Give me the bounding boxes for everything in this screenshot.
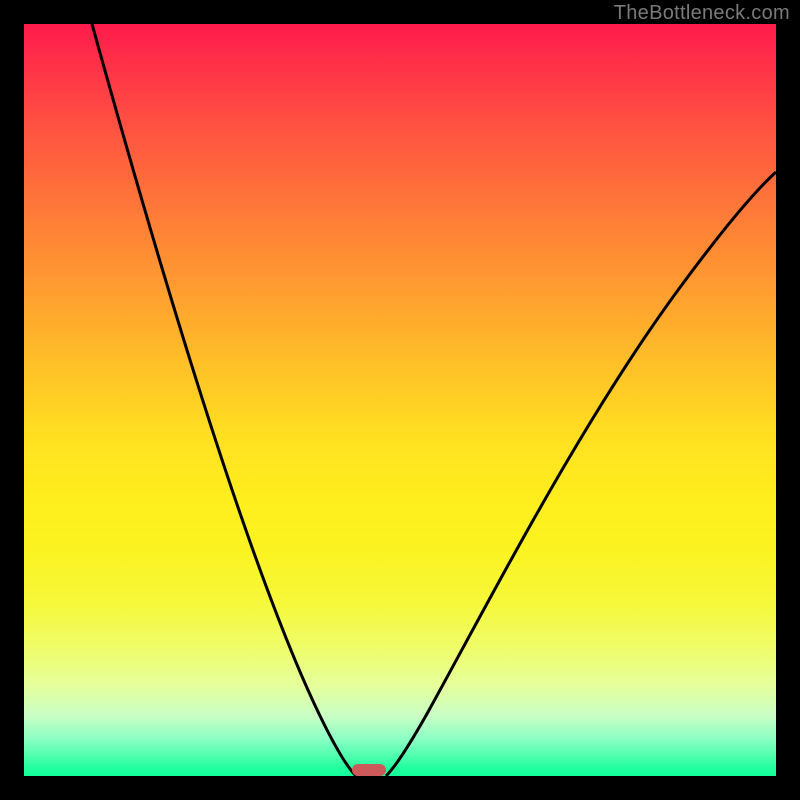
curve-right-branch [386,172,776,776]
curve-left-branch [92,24,356,776]
chart-frame: TheBottleneck.com [0,0,800,800]
plot-area [24,24,776,776]
watermark: TheBottleneck.com [614,2,790,25]
optimal-marker [352,764,386,776]
bottleneck-curve [24,24,776,776]
